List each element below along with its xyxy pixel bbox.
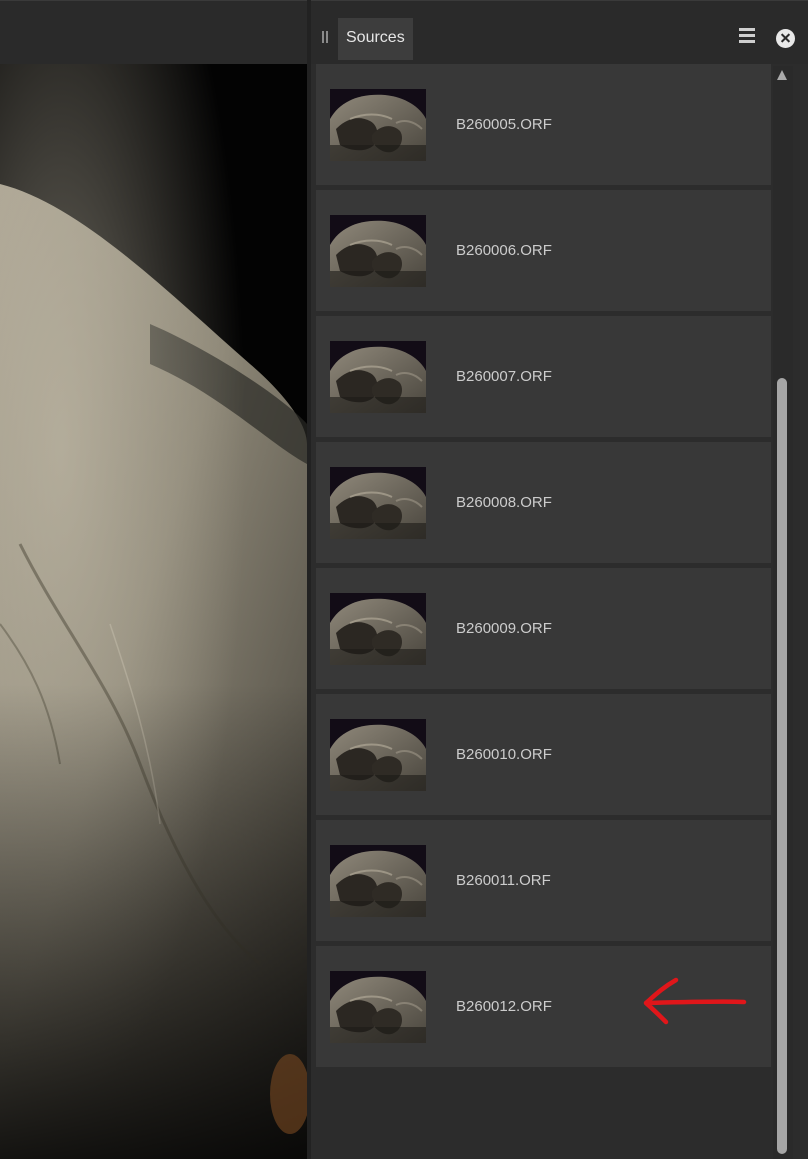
source-thumbnail: [330, 89, 426, 161]
source-item[interactable]: B260009.ORF: [316, 568, 771, 689]
source-thumbnail: [330, 719, 426, 791]
scrollbar[interactable]: [773, 66, 793, 1159]
source-item[interactable]: B260007.ORF: [316, 316, 771, 437]
source-item[interactable]: B260006.ORF: [316, 190, 771, 311]
source-thumbnail: [330, 593, 426, 665]
panel-header: Sources: [311, 0, 808, 64]
scroll-up-arrow-icon[interactable]: [777, 70, 787, 80]
image-canvas[interactable]: [0, 64, 307, 1159]
sources-list: B260005.ORF B260006.ORF B260007.ORF B260…: [316, 64, 771, 1159]
app-window: Sources B260005.ORF B260006.ORF B260007.…: [0, 0, 808, 1159]
source-thumbnail: [330, 467, 426, 539]
source-item[interactable]: B260010.ORF: [316, 694, 771, 815]
source-file-name: B260005.ORF: [456, 116, 552, 133]
source-file-name: B260012.ORF: [456, 998, 552, 1015]
source-item[interactable]: B260012.ORF: [316, 946, 771, 1067]
source-file-name: B260008.ORF: [456, 494, 552, 511]
source-file-name: B260009.ORF: [456, 620, 552, 637]
grip-icon[interactable]: [321, 31, 329, 43]
red-arrow-icon: [643, 977, 747, 1025]
canvas-toolbar: [0, 0, 307, 64]
canvas-image: [0, 64, 307, 1159]
source-file-name: B260010.ORF: [456, 746, 552, 763]
source-file-name: B260006.ORF: [456, 242, 552, 259]
source-item[interactable]: B260008.ORF: [316, 442, 771, 563]
menu-icon[interactable]: [739, 28, 757, 44]
source-file-name: B260007.ORF: [456, 368, 552, 385]
sources-panel: Sources B260005.ORF B260006.ORF B260007.…: [307, 0, 808, 1159]
close-icon[interactable]: [776, 29, 795, 48]
tab-sources[interactable]: Sources: [338, 18, 413, 60]
scroll-thumb[interactable]: [777, 378, 787, 1154]
source-thumbnail: [330, 215, 426, 287]
source-thumbnail: [330, 341, 426, 413]
source-file-name: B260011.ORF: [456, 872, 551, 889]
source-thumbnail: [330, 971, 426, 1043]
source-thumbnail: [330, 845, 426, 917]
source-item[interactable]: B260011.ORF: [316, 820, 771, 941]
source-item[interactable]: B260005.ORF: [316, 64, 771, 185]
